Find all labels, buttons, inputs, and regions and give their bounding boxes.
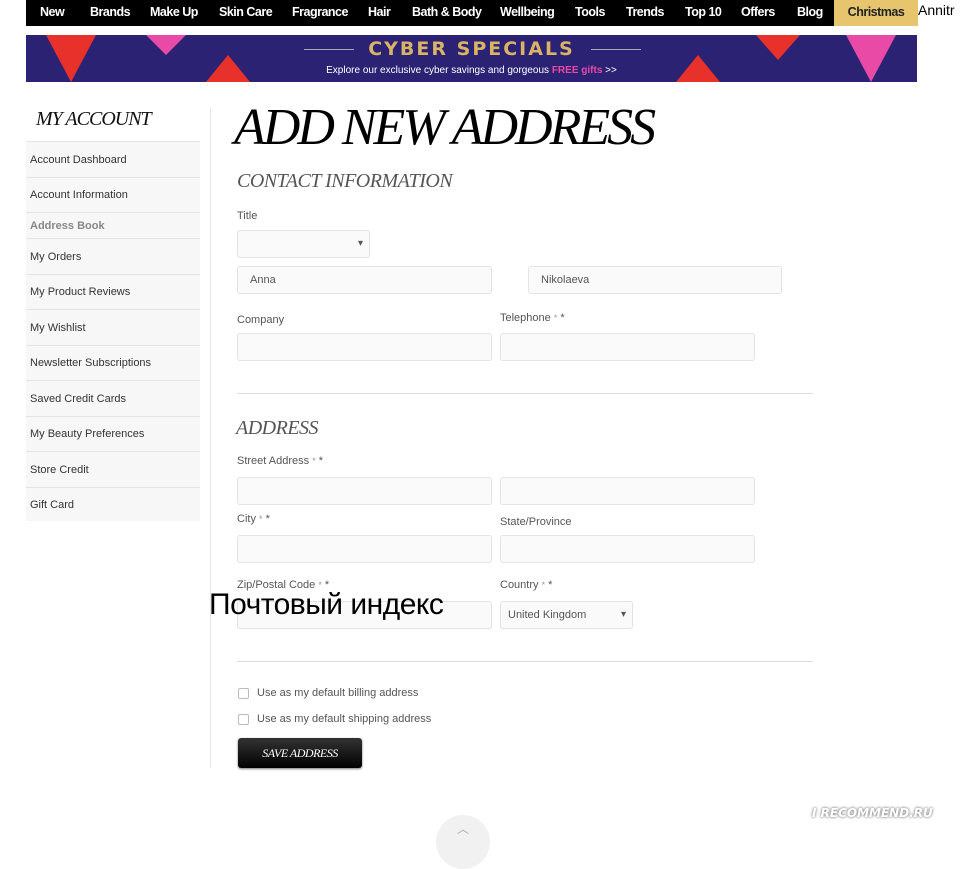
scroll-top-button[interactable]: ︿ [436,815,490,869]
country-label-text: Country [500,579,539,591]
company-input[interactable] [237,333,492,361]
top-nav: New Brands Make Up Skin Care Fragrance H… [26,0,918,26]
page-title: ADD NEW ADDRESS [234,99,656,156]
sidebar-item-my-wishlist[interactable]: My Wishlist [26,309,200,345]
sidebar-item-my-orders[interactable]: My Orders [26,238,200,274]
nav-make-up[interactable]: Make Up [150,5,198,19]
sidebar-item-my-product-reviews[interactable]: My Product Reviews [26,274,200,309]
nav-wellbeing[interactable]: Wellbeing [500,5,555,19]
banner-title: CYBER SPECIALS [368,38,575,60]
banner-free-gifts: FREE gifts [551,65,603,76]
sidebar-item-address-book: Address Book [26,212,200,238]
nav-hair[interactable]: Hair [368,5,391,19]
nav-new[interactable]: New [40,5,65,19]
sidebar-item-account-dashboard[interactable]: Account Dashboard [26,141,200,177]
address-heading: ADDRESS [236,417,319,439]
first-name-input[interactable]: Anna [237,266,492,294]
city-label: City * * [237,513,270,525]
sidebar-item-store-credit[interactable]: Store Credit [26,451,200,487]
chevron-up-icon: ︿ [456,822,469,836]
banner-arrow: >> [605,65,617,76]
nav-skin-care[interactable]: Skin Care [219,5,273,19]
telephone-input[interactable] [500,333,755,361]
user-name[interactable]: Annitr [918,2,955,18]
nav-top-10[interactable]: Top 10 [685,5,722,19]
nav-bath-body[interactable]: Bath & Body [412,5,482,19]
sidebar-item-account-information[interactable]: Account Information [26,177,200,212]
title-select[interactable] [237,230,370,258]
sidebar-item-newsletter[interactable]: Newsletter Subscriptions [26,345,200,380]
contact-heading: CONTACT INFORMATION [237,170,453,192]
required-star: * [545,579,553,591]
last-name-input[interactable]: Nikolaeva [528,266,782,294]
required-star: * [315,455,324,467]
country-label: Country * * [500,579,552,591]
nav-blog[interactable]: Blog [797,5,823,19]
state-input[interactable] [500,535,755,563]
telephone-label-text: Telephone [500,312,551,324]
sidebar-item-saved-cards[interactable]: Saved Credit Cards [26,380,200,416]
banner-subtitle-text: Explore our exclusive cyber savings and … [326,65,550,76]
default-shipping-checkbox[interactable] [238,714,249,725]
sidebar-title: MY ACCOUNT [36,108,152,130]
irecommend-watermark: I RECOMMEND.RU [812,806,933,820]
banner-subtitle: Explore our exclusive cyber savings and … [26,65,917,76]
divider [237,393,813,394]
nav-christmas[interactable]: Christmas [834,0,918,26]
divider [237,661,813,662]
nav-fragrance[interactable]: Fragrance [292,5,348,19]
nav-trends[interactable]: Trends [626,5,665,19]
street-input-2[interactable] [500,477,755,505]
default-billing-checkbox[interactable] [238,688,249,699]
nav-offers[interactable]: Offers [741,5,775,19]
divider-vertical [210,108,211,768]
country-select[interactable]: United Kingdom [500,601,633,629]
default-billing-label[interactable]: Use as my default billing address [257,687,418,699]
nav-brands[interactable]: Brands [90,5,131,19]
required-star: * [262,513,270,525]
street-label: Street Address * * [237,455,323,467]
telephone-label: Telephone * * [500,312,565,324]
default-shipping-label[interactable]: Use as my default shipping address [257,713,431,725]
overlay-annotation: Почтовый индекс [209,588,444,621]
company-label: Company [237,314,285,326]
nav-tools[interactable]: Tools [575,5,605,19]
sidebar-menu: Account Dashboard Account Information Ad… [26,141,200,521]
street-label-text: Street Address [237,455,310,467]
city-input[interactable] [237,535,492,563]
title-label: Title [237,210,258,222]
state-label: State/Province [500,516,572,528]
sidebar-item-gift-card[interactable]: Gift Card [26,487,200,521]
sidebar-item-beauty-preferences[interactable]: My Beauty Preferences [26,416,200,451]
save-address-button[interactable]: SAVE ADDRESS [238,738,362,768]
city-label-text: City [237,513,256,525]
street-input-1[interactable] [237,477,492,505]
cyber-specials-banner[interactable]: CYBER SPECIALS Explore our exclusive cyb… [26,35,917,82]
required-star: * [557,312,565,324]
